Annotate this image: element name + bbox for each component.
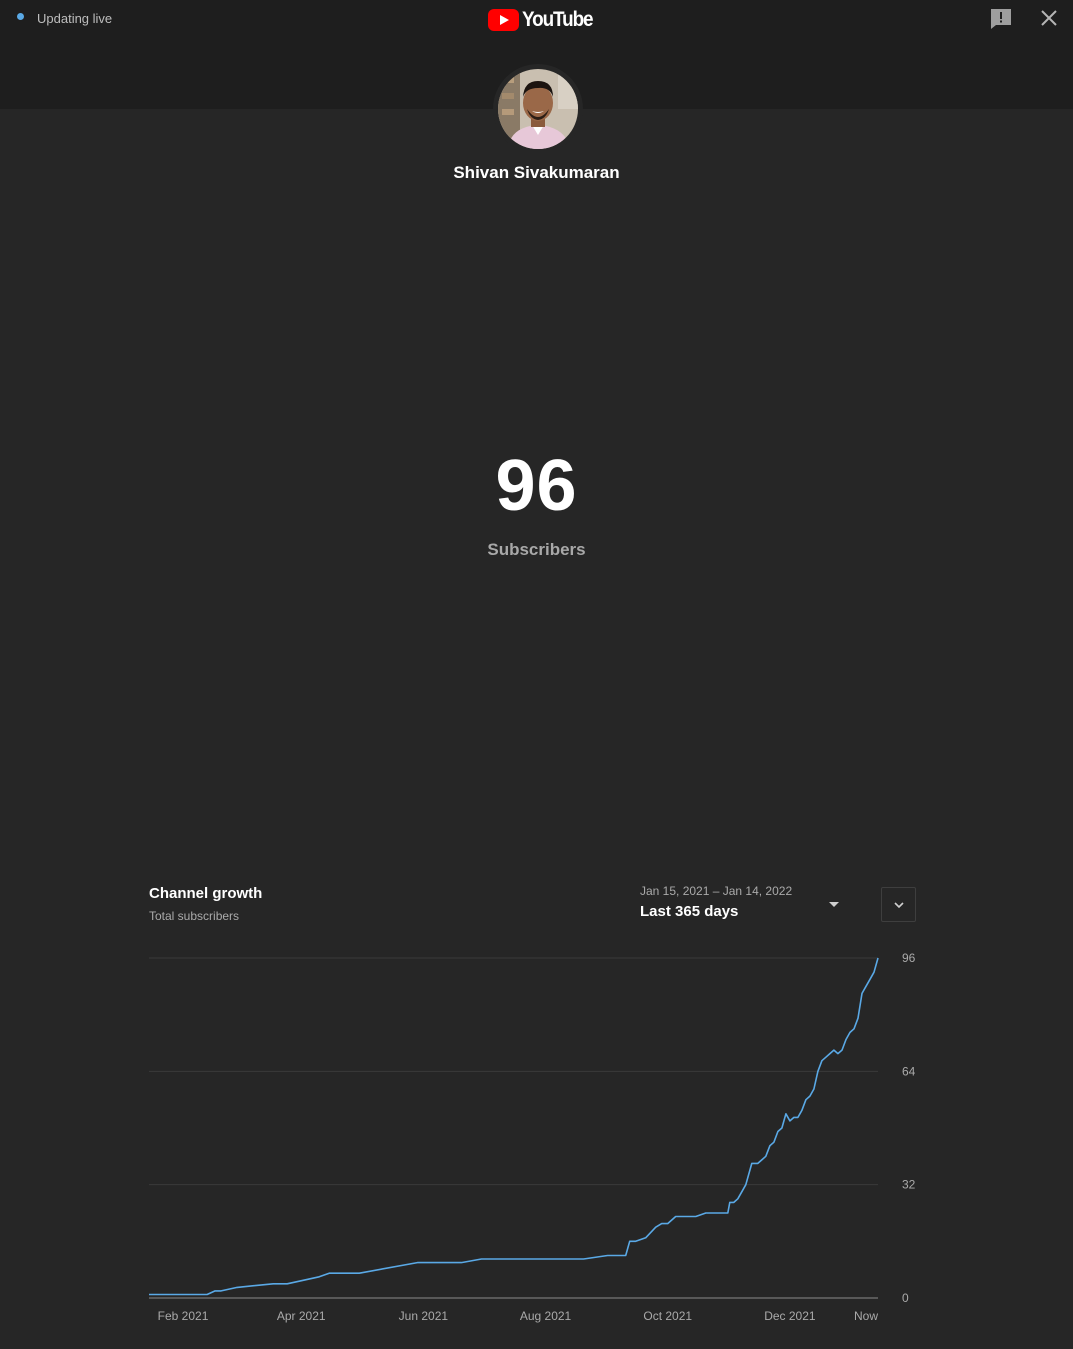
chevron-down-icon <box>894 902 904 909</box>
x-tick-label: Oct 2021 <box>643 1309 692 1323</box>
x-tick-label: Dec 2021 <box>764 1309 816 1323</box>
y-tick-label: 96 <box>902 951 916 965</box>
growth-title: Channel growth <box>149 885 263 902</box>
y-tick-label: 32 <box>902 1178 916 1192</box>
youtube-logo: YouTube <box>488 8 600 32</box>
channel-name[interactable]: Shivan Sivakumaran <box>0 163 1073 183</box>
channel-growth-chart: 0 32 64 96 Feb 2021 Apr 2021 Jun 2021 Aug 2021 O… <box>149 951 916 1323</box>
date-range-dates: Jan 15, 2021 – Jan 14, 2022 <box>640 884 793 898</box>
caret-down-icon <box>829 902 839 907</box>
subscribers-series-line <box>149 957 879 1296</box>
avatar <box>498 69 578 149</box>
youtube-logo-text: YouTube <box>522 8 594 31</box>
date-range-label: Last 365 days <box>640 903 739 920</box>
x-tick-label: Feb 2021 <box>158 1309 209 1323</box>
live-status-label: Updating live <box>37 11 113 26</box>
subscriber-label: Subscribers <box>487 540 586 559</box>
subscriber-count: 96 <box>495 446 578 526</box>
live-dot-icon <box>17 13 24 20</box>
x-tick-label: Now <box>854 1309 878 1323</box>
date-range-dropdown[interactable]: Jan 15, 2021 – Jan 14, 2022 Last 365 day… <box>640 882 844 926</box>
close-icon[interactable] <box>1038 7 1060 29</box>
x-tick-label: Jun 2021 <box>399 1309 449 1323</box>
expand-chart-button[interactable] <box>881 887 916 922</box>
youtube-play-icon <box>488 9 519 31</box>
y-tick-label: 0 <box>902 1291 909 1305</box>
x-tick-label: Apr 2021 <box>277 1309 326 1323</box>
feedback-icon[interactable] <box>990 8 1012 30</box>
live-status: Updating live <box>17 11 112 26</box>
x-tick-label: Aug 2021 <box>520 1309 572 1323</box>
growth-subtitle: Total subscribers <box>149 909 240 923</box>
y-tick-label: 64 <box>902 1064 916 1078</box>
